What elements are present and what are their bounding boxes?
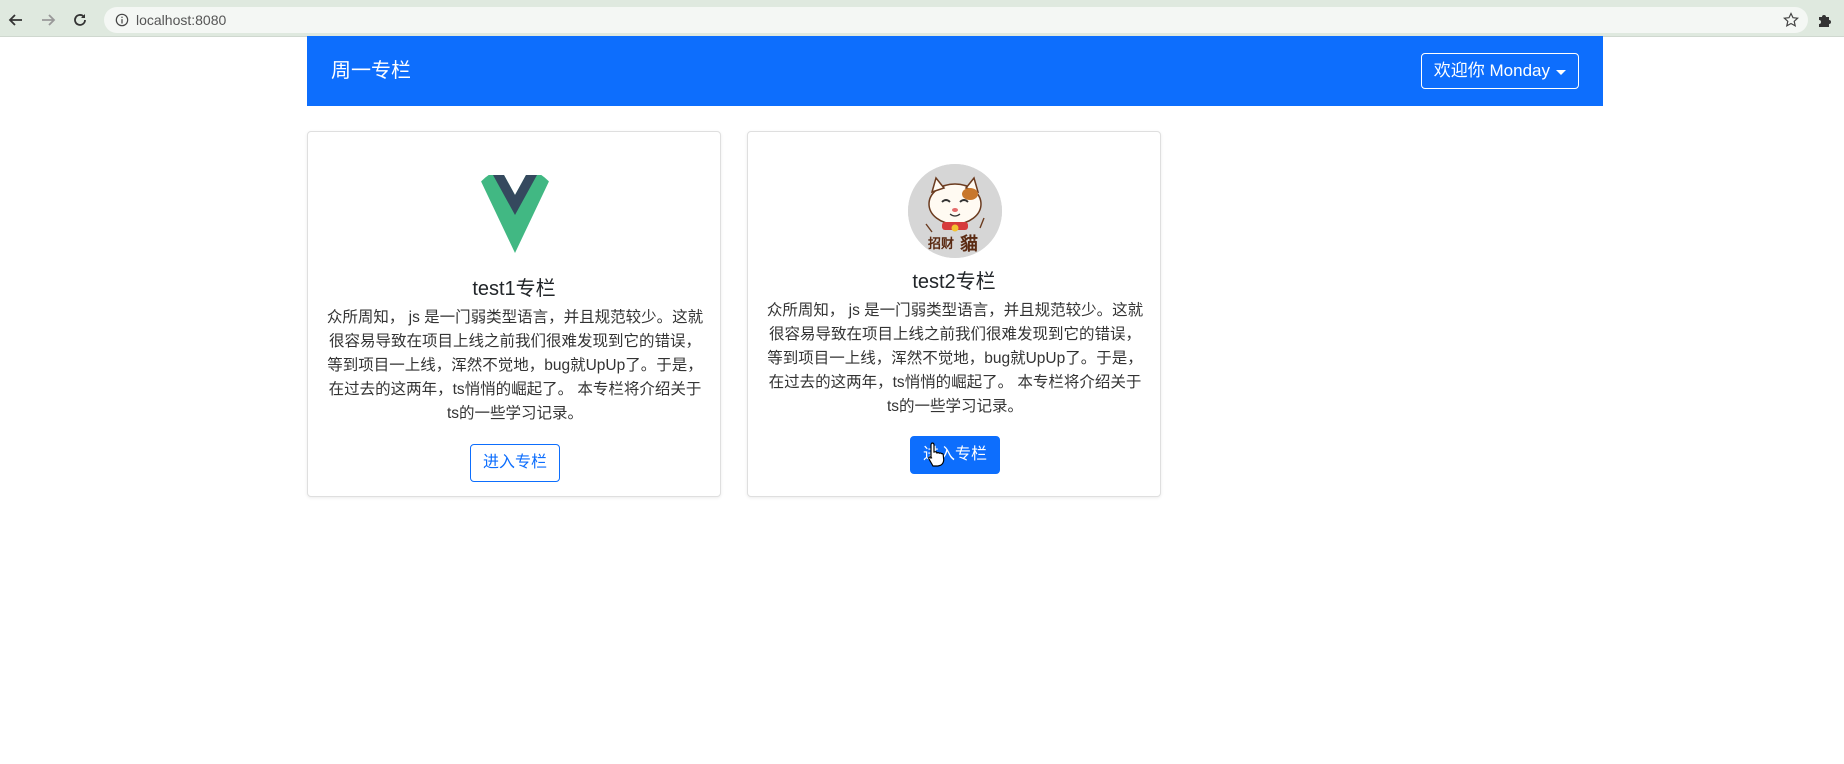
column-description: 众所周知， js 是一门弱类型语言，并且规范较少。这就很容易导致在项目上线之前我… [766, 302, 1144, 415]
info-icon[interactable] [114, 12, 130, 28]
reload-icon[interactable] [68, 8, 92, 32]
column-description: 众所周知， js 是一门弱类型语言，并且规范较少。这就很容易导致在项目上线之前我… [326, 309, 704, 422]
lucky-cat-avatar: 招财 貓 [908, 164, 1002, 258]
star-icon[interactable] [1782, 11, 1800, 29]
column-title: test1专栏 [472, 278, 556, 300]
address-bar[interactable]: localhost:8080 [104, 7, 1808, 33]
lucky-cat-lettering: 招财 貓 [928, 233, 978, 255]
column-card: test1专栏 众所周知， js 是一门弱类型语言，并且规范较少。这就很容易导致… [307, 131, 721, 497]
user-menu-label: 欢迎你 Monday [1433, 61, 1550, 80]
vue-logo-avatar [468, 167, 562, 261]
back-arrow-icon[interactable] [4, 8, 28, 32]
svg-text:貓: 貓 [960, 233, 978, 255]
puzzle-icon[interactable] [1812, 8, 1836, 32]
column-title: test2专栏 [912, 271, 996, 293]
browser-toolbar: localhost:8080 [0, 4, 1844, 37]
caret-down-icon [1556, 69, 1566, 75]
url-text[interactable]: localhost:8080 [136, 12, 226, 28]
forward-arrow-icon[interactable] [36, 8, 60, 32]
top-navbar: 周一专栏 欢迎你 Monday [307, 36, 1603, 106]
site-brand[interactable]: 周一专栏 [331, 36, 411, 106]
enter-column-button[interactable]: 进入专栏 [470, 444, 560, 482]
svg-text:招财: 招财 [928, 236, 954, 252]
column-card: 招财 貓 test2专栏 众所周知， js 是一门弱类型语言，并且规范较少。这就… [747, 131, 1161, 497]
enter-column-button[interactable]: 进入专栏 [910, 436, 1000, 474]
user-menu-dropdown[interactable]: 欢迎你 Monday [1420, 53, 1579, 89]
